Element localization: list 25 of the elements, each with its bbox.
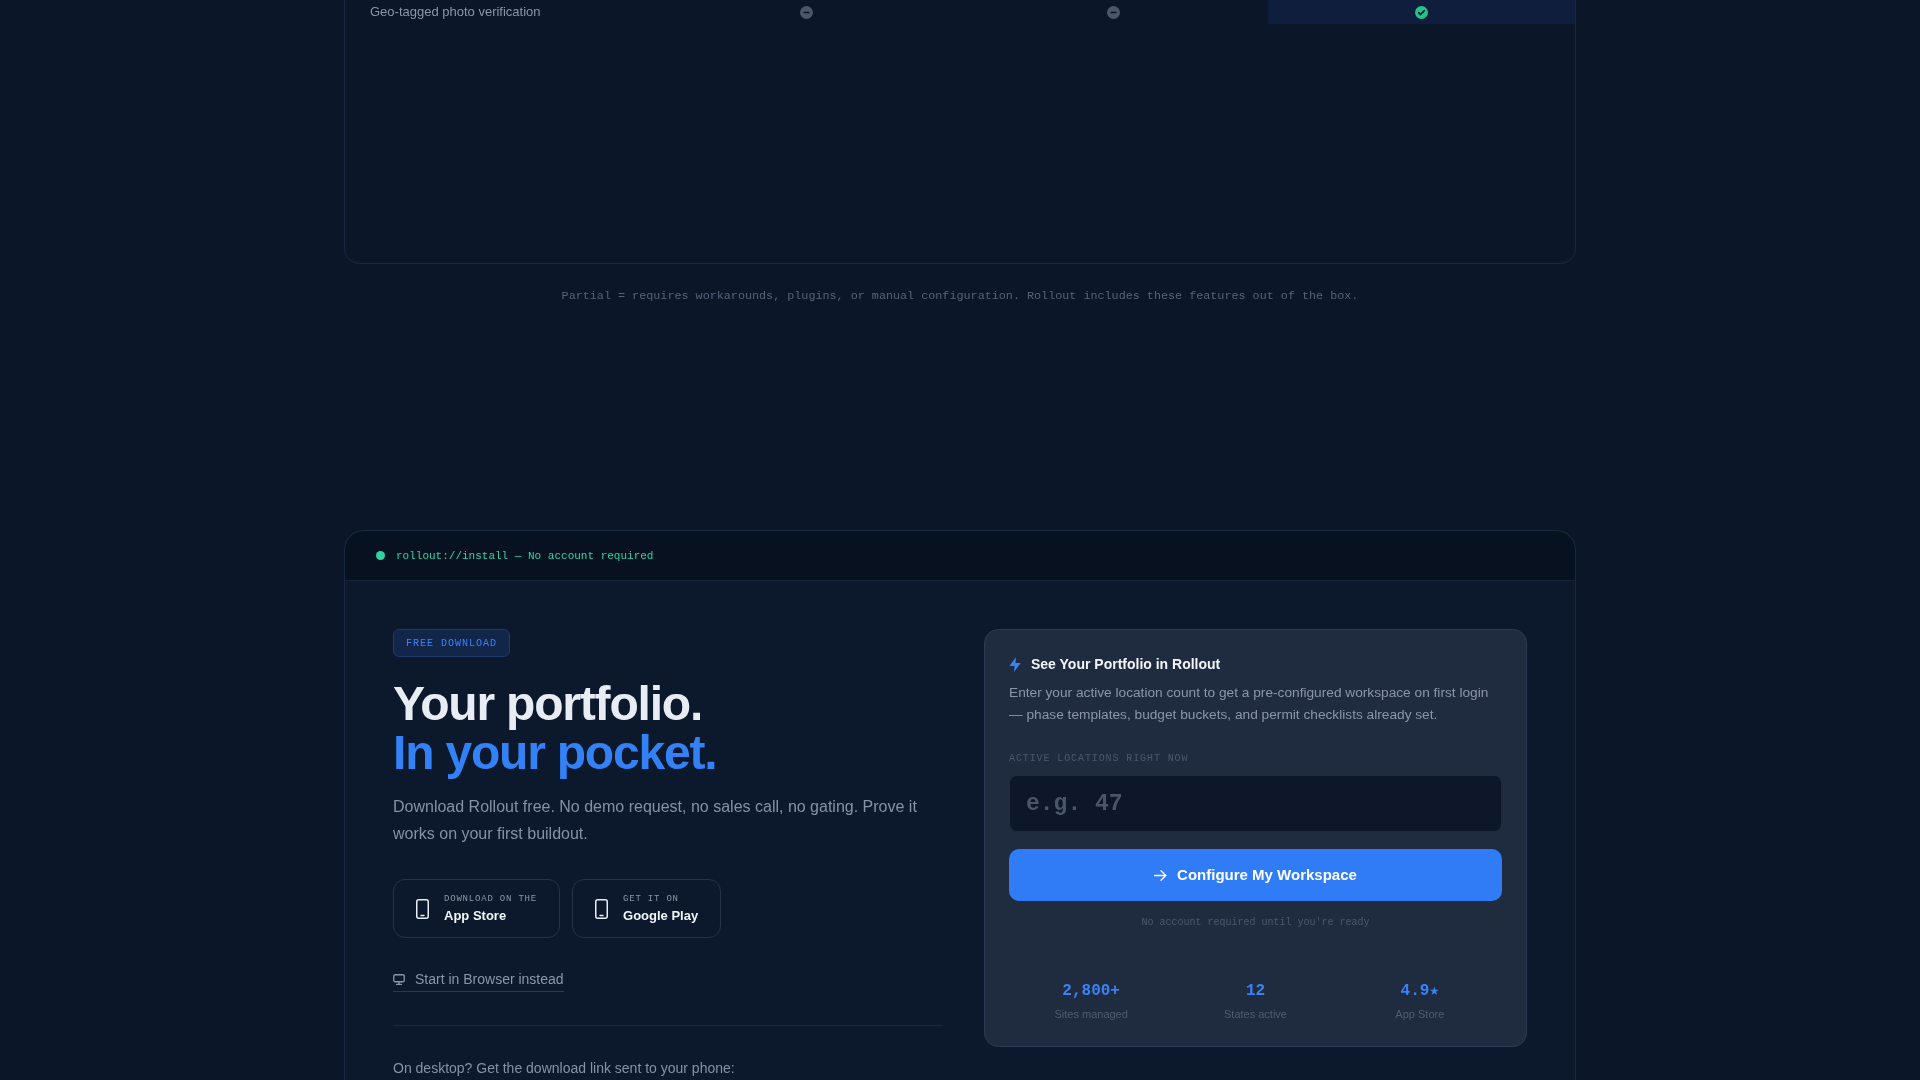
card-title: See Your Portfolio in Rollout bbox=[1031, 655, 1221, 674]
browser-link[interactable]: Start in Browser instead bbox=[393, 969, 564, 992]
monitor-icon bbox=[393, 973, 405, 985]
arrow-right-icon bbox=[1154, 869, 1168, 881]
location-count-field[interactable]: e.g. 47 bbox=[1009, 775, 1502, 832]
lightning-icon bbox=[1009, 656, 1021, 672]
card-description: Enter your active location count to get a pre-configured workspace on first login — phase templates, budget buckets, and permit checklists already set. bbox=[1009, 684, 1490, 724]
configure-workspace-button[interactable]: Configure My Workspace bbox=[1009, 849, 1502, 901]
check-circle-icon bbox=[1414, 5, 1428, 19]
minus-circle-icon bbox=[799, 5, 813, 19]
phone-icon bbox=[416, 898, 429, 919]
download-badge: FREE DOWNLOAD bbox=[393, 629, 510, 657]
stat-value: 12 bbox=[1245, 981, 1266, 1002]
terminal-text: rollout://install — No account required bbox=[396, 548, 654, 563]
description-text: Download Rollout free. No demo request, no sales call, no gating. Prove it works on your first buildout. bbox=[393, 797, 918, 844]
footnote-text: Partial = requires workarounds, plugins, or manual configuration. Rollout includes these features out of the box. bbox=[561, 288, 1359, 304]
desktop-prompt-text: On desktop? Get the download link sent to your phone: bbox=[393, 1059, 735, 1078]
minus-circle-icon bbox=[1107, 5, 1121, 19]
feature-label: Geo-tagged photo verification bbox=[370, 4, 541, 20]
store-button[interactable]: DOWNLOAD ON THE App Store bbox=[393, 879, 560, 938]
phone-icon bbox=[595, 898, 608, 919]
stat-value: 2,800+ bbox=[1062, 981, 1120, 1002]
headline-text: Your portfolio. bbox=[393, 679, 704, 728]
store-button[interactable]: GET IT ON Google Play bbox=[572, 879, 722, 938]
stat-value: 4.9★ bbox=[1400, 981, 1440, 1002]
